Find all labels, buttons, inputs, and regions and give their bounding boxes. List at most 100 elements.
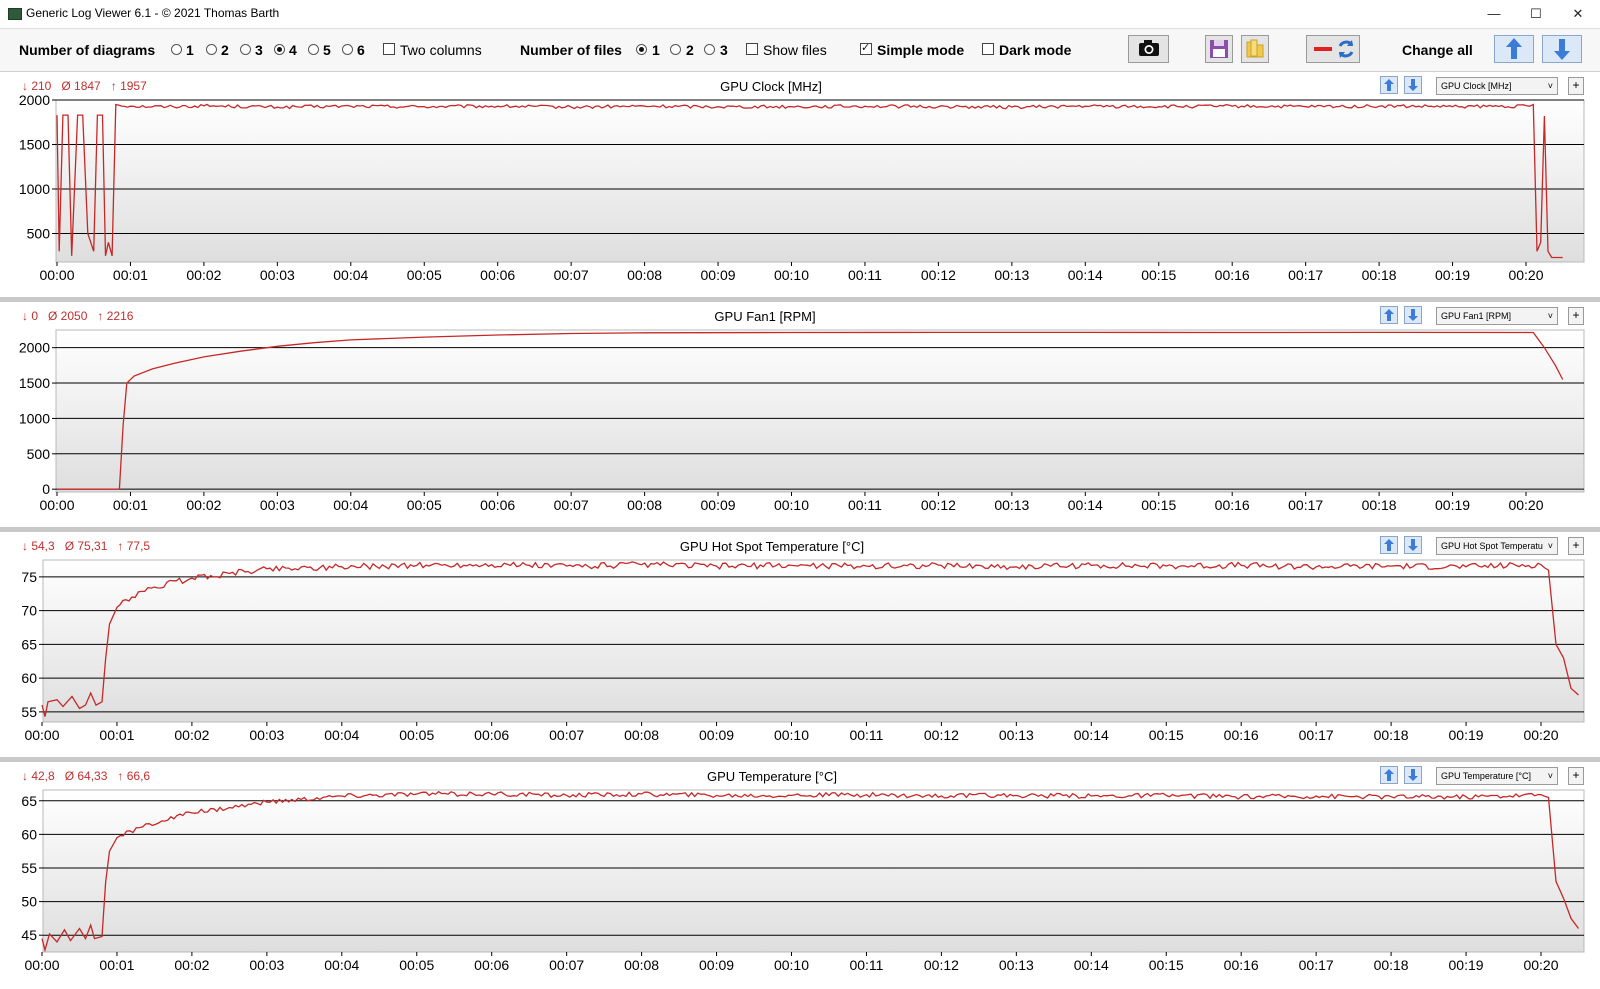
- diagrams-radio-4[interactable]: [274, 44, 285, 55]
- x-tick-label: 00:06: [480, 497, 515, 513]
- y-tick-label: 45: [21, 927, 37, 943]
- x-tick-label: 00:17: [1299, 727, 1334, 743]
- x-tick-label: 00:14: [1074, 957, 1109, 973]
- x-tick-label: 00:12: [924, 727, 959, 743]
- y-tick-label: 65: [21, 636, 37, 652]
- diagrams-radio-6[interactable]: [342, 44, 353, 55]
- screenshot-button[interactable]: [1128, 35, 1169, 63]
- files-radio-label-3[interactable]: 3: [720, 42, 728, 58]
- plot-background: [55, 99, 1585, 263]
- x-tick-label: 00:08: [627, 267, 662, 283]
- maximize-button[interactable]: ☐: [1515, 0, 1557, 28]
- save-button[interactable]: [1205, 35, 1233, 63]
- x-tick-label: 00:15: [1149, 727, 1184, 743]
- x-tick-label: 00:11: [849, 727, 883, 743]
- x-tick-label: 00:14: [1068, 267, 1103, 283]
- x-tick-label: 00:18: [1374, 957, 1409, 973]
- x-tick-label: 00:12: [921, 497, 956, 513]
- y-tick-label: 50: [21, 894, 37, 910]
- x-tick-label: 00:09: [699, 727, 734, 743]
- x-tick-label: 00:19: [1449, 957, 1484, 973]
- x-tick-label: 00:10: [774, 727, 809, 743]
- diagrams-radio-1[interactable]: [171, 44, 182, 55]
- diagram-panel-1: ↓ 210 Ø 1847 ↑ 1957 GPU Clock [MHz] GPU Cloc…: [0, 72, 1600, 295]
- x-tick-label: 00:05: [407, 497, 442, 513]
- diagram-plot[interactable]: 0 500 1000 1500 2000 00:00 00:01 00:02 00:03 00:0…: [0, 302, 1600, 524]
- x-tick-label: 00:19: [1435, 267, 1470, 283]
- simple-mode-checkbox[interactable]: [860, 41, 872, 55]
- diagrams-radio-label-3[interactable]: 3: [255, 42, 263, 58]
- y-tick-label: 2000: [19, 340, 50, 356]
- dark-mode-checkbox[interactable]: [982, 43, 994, 55]
- arrow-up-icon: [1506, 38, 1522, 59]
- title-bar: Generic Log Viewer 6.1 - © 2021 Thomas B…: [0, 0, 1600, 29]
- files-radio-label-1[interactable]: 1: [652, 42, 660, 58]
- diagram-plot[interactable]: 45 50 55 60 65 00:00 00:01 00:02 00:03 00:04 00:05…: [0, 762, 1600, 984]
- close-button[interactable]: ✕: [1557, 0, 1599, 28]
- window-title: Generic Log Viewer 6.1 - © 2021 Thomas B…: [26, 6, 280, 20]
- diagrams-radio-label-1[interactable]: 1: [186, 42, 194, 58]
- x-tick-label: 00:12: [924, 957, 959, 973]
- two-columns-checkbox[interactable]: [383, 43, 395, 55]
- x-tick-label: 00:16: [1215, 497, 1250, 513]
- files-radio-2[interactable]: [670, 44, 681, 55]
- x-tick-label: 00:17: [1288, 267, 1323, 283]
- open-folder-button[interactable]: [1241, 35, 1269, 63]
- x-tick-label: 00:15: [1141, 267, 1176, 283]
- x-tick-label: 00:09: [701, 267, 736, 283]
- diagram-plot[interactable]: 500 1000 1500 2000 00:00 00:01 00:02 00:03 00:04…: [0, 72, 1600, 294]
- diagrams-radio-5[interactable]: [308, 44, 319, 55]
- diagram-panel-2: ↓ 0Ø 2050 ↑ 2216 GPU Fan1 [RPM] GPU Fan1 [R…: [0, 302, 1600, 525]
- diagrams-radio-label-2[interactable]: 2: [221, 42, 229, 58]
- x-tick-label: 00:00: [39, 497, 74, 513]
- x-tick-label: 00:20: [1523, 957, 1558, 973]
- x-tick-label: 00:02: [186, 497, 221, 513]
- x-tick-label: 00:20: [1523, 727, 1558, 743]
- simple-mode-label[interactable]: Simple mode: [877, 42, 964, 58]
- diagrams-radio-3[interactable]: [240, 44, 251, 55]
- y-tick-label: 60: [21, 826, 37, 842]
- files-label: Number of files: [520, 42, 622, 58]
- x-tick-label: 00:04: [324, 957, 359, 973]
- show-files-label[interactable]: Show files: [763, 42, 827, 58]
- y-tick-label: 500: [27, 446, 51, 462]
- x-tick-label: 00:17: [1288, 497, 1323, 513]
- y-tick-label: 1000: [19, 181, 50, 197]
- minimize-button[interactable]: —: [1473, 0, 1515, 28]
- diagram-plot[interactable]: 55 60 65 70 75 00:00 00:01 00:02 00:03 00:04 00:05…: [0, 532, 1600, 754]
- diagrams-radio-label-4[interactable]: 4: [289, 42, 297, 58]
- x-tick-label: 00:04: [333, 497, 368, 513]
- diagrams-radio-label-5[interactable]: 5: [323, 42, 331, 58]
- files-radio-label-2[interactable]: 2: [686, 42, 694, 58]
- y-tick-label: 1500: [19, 375, 50, 391]
- x-tick-label: 00:15: [1149, 957, 1184, 973]
- dark-mode-label[interactable]: Dark mode: [999, 42, 1071, 58]
- x-tick-label: 00:07: [549, 957, 584, 973]
- x-tick-label: 00:10: [774, 497, 809, 513]
- x-tick-label: 00:13: [994, 267, 1029, 283]
- files-radio-3[interactable]: [704, 44, 715, 55]
- files-radio-1[interactable]: [636, 44, 647, 55]
- x-tick-label: 00:20: [1508, 497, 1543, 513]
- reset-lines-button[interactable]: [1306, 35, 1360, 63]
- x-tick-label: 00:10: [774, 267, 809, 283]
- x-tick-label: 00:07: [554, 267, 589, 283]
- x-tick-label: 00:05: [407, 267, 442, 283]
- arrow-down-icon: [1554, 39, 1570, 60]
- x-tick-label: 00:16: [1224, 957, 1259, 973]
- move-all-up-button[interactable]: [1494, 35, 1534, 63]
- diagrams-label: Number of diagrams: [19, 42, 156, 58]
- x-tick-label: 00:19: [1435, 497, 1470, 513]
- x-tick-label: 00:13: [999, 957, 1034, 973]
- x-tick-label: 00:19: [1449, 727, 1484, 743]
- y-tick-label: 70: [21, 603, 37, 619]
- diagrams-radio-2[interactable]: [206, 44, 217, 55]
- save-icon: [1210, 40, 1228, 58]
- folder-icon: [1246, 39, 1264, 58]
- diagrams-radio-label-6[interactable]: 6: [357, 42, 365, 58]
- show-files-checkbox[interactable]: [746, 43, 758, 55]
- plot-background: [42, 789, 1585, 953]
- plot-background: [42, 559, 1585, 723]
- move-all-down-button[interactable]: [1542, 35, 1582, 63]
- two-columns-label[interactable]: Two columns: [400, 42, 482, 58]
